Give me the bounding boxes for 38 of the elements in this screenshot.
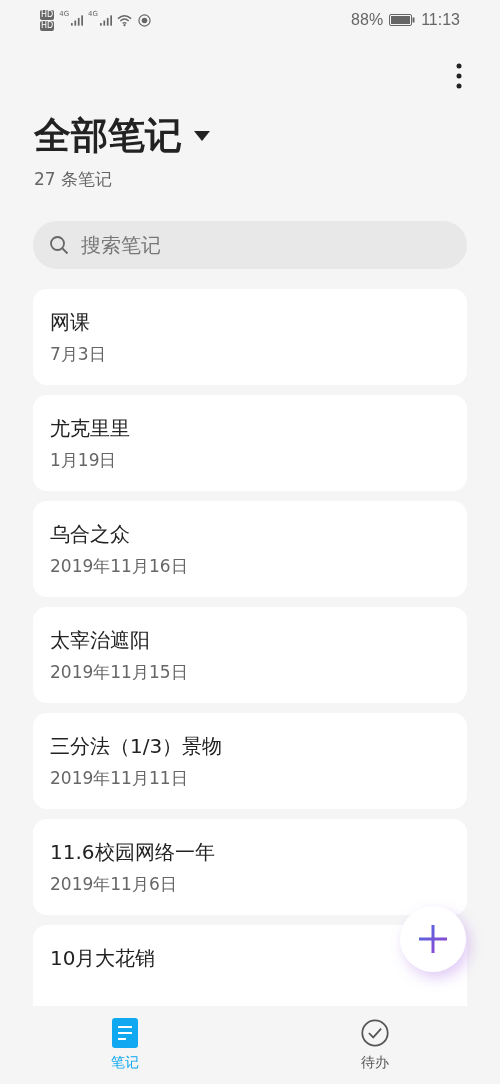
check-circle-icon (361, 1018, 389, 1048)
signal-icon (99, 14, 112, 26)
note-card[interactable]: 太宰治遮阳 2019年11月15日 (33, 607, 467, 703)
bottom-tab[interactable]: 待办 (250, 1006, 500, 1084)
plus-icon (418, 924, 448, 954)
note-title: 网课 (50, 309, 91, 335)
note-title: 太宰治遮阳 (50, 627, 151, 653)
battery-icon (389, 14, 416, 26)
wifi-icon (116, 13, 132, 27)
note-date: 2019年11月6日 (50, 873, 178, 896)
note-date: 7月3日 (50, 343, 107, 366)
note-title: 尤克里里 (50, 415, 131, 441)
hd-badge: HD (40, 20, 55, 31)
note-count: 27 条笔记 (33, 168, 114, 191)
note-date: 2019年11月15日 (50, 661, 189, 684)
caret-icon[interactable] (194, 131, 210, 141)
note-icon (111, 1018, 139, 1048)
signal-icon (71, 14, 84, 26)
hd-badge: HD (40, 9, 55, 20)
note-date: 1月19日 (50, 449, 118, 472)
note-card[interactable]: 尤克里里 1月19日 (33, 395, 467, 491)
note-card[interactable]: 三分法（1/3）景物 2019年11月11日 (33, 713, 467, 809)
note-card[interactable]: 10月大花销 (33, 925, 467, 1006)
note-date: 2019年11月16日 (50, 555, 189, 578)
page-title[interactable]: 全部笔记 (34, 112, 182, 160)
search-icon (49, 235, 69, 255)
clock: 11:13 (421, 11, 460, 29)
note-title: 三分法（1/3）景物 (50, 733, 224, 759)
more-options-icon[interactable] (456, 63, 462, 89)
note-card[interactable]: 乌合之众 2019年11月16日 (33, 501, 467, 597)
note-title: 11.6校园网络一年 (50, 839, 216, 865)
note-title: 乌合之众 (50, 521, 131, 547)
note-title: 10月大花销 (50, 945, 157, 971)
note-card[interactable]: 网课 7月3日 (33, 289, 467, 385)
search-field[interactable]: 搜索笔记 (33, 221, 467, 269)
note-card[interactable]: 11.6校园网络一年 2019年11月6日 (33, 819, 467, 915)
note-date: 2019年11月11日 (50, 767, 189, 790)
battery-level: 88% (351, 11, 384, 29)
